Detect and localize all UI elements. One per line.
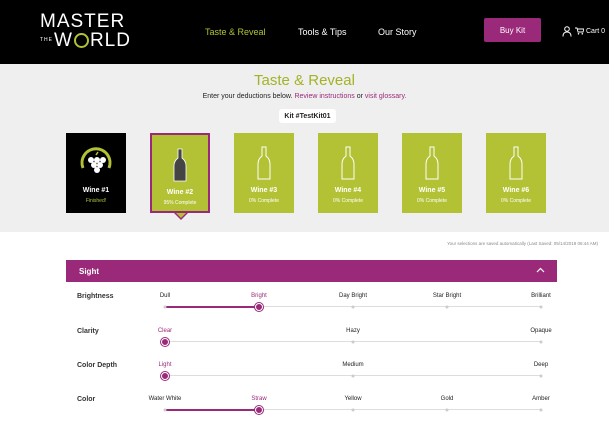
slider-stop-dot[interactable]	[351, 408, 355, 411]
bottle-outline-icon	[341, 146, 355, 180]
grapes-icon	[80, 147, 112, 173]
bottle-outline-icon	[257, 146, 271, 180]
slider-option-label[interactable]: Opaque	[530, 328, 551, 334]
slider-fill	[165, 305, 259, 308]
sight-row-label: Clarity	[77, 328, 99, 335]
wine-card-4[interactable]: Wine #4 0% Complete	[318, 133, 378, 213]
wine-name: Wine #2	[166, 189, 194, 196]
slider-option-label[interactable]: Day Bright	[339, 293, 367, 299]
bottle-icon	[173, 148, 187, 182]
kit-badge: Kit #TestKit01	[279, 109, 336, 123]
wine-card-1[interactable]: Wine #1 Finished!	[66, 133, 126, 213]
slider-option-label[interactable]: Bright	[251, 293, 267, 299]
slider-knob[interactable]	[161, 337, 169, 346]
page-title: Taste & Reveal	[254, 72, 355, 89]
slider-stop-dot[interactable]	[351, 340, 355, 343]
nav-tools-tips[interactable]: Tools & Tips	[298, 27, 347, 37]
slider-option-label[interactable]: Hazy	[346, 328, 360, 334]
slider-option-label[interactable]: Yellow	[344, 396, 361, 402]
wine-card-5[interactable]: Wine #5 0% Complete	[402, 133, 462, 213]
slider-knob[interactable]	[255, 405, 263, 414]
slider-option-label[interactable]: Dull	[160, 293, 170, 299]
sight-section-header[interactable]: Sight	[66, 260, 557, 282]
top-nav: MASTER THE W RLD Taste & Reveal Tools & …	[0, 0, 609, 64]
wine-card-3[interactable]: Wine #3 0% Complete	[234, 133, 294, 213]
slider-fill	[165, 408, 259, 411]
wine-card-6[interactable]: Wine #6 0% Complete	[486, 133, 546, 213]
slider-option-label[interactable]: Clear	[158, 328, 172, 334]
wine-name: Wine #6	[502, 187, 530, 194]
slider-option-label[interactable]: Amber	[532, 396, 550, 402]
wine-status: 0% Complete	[248, 198, 279, 204]
wine-name: Wine #1	[82, 187, 110, 194]
slider-option-label[interactable]: Straw	[251, 396, 266, 402]
nav-our-story[interactable]: Our Story	[378, 27, 417, 37]
globe-icon	[73, 33, 89, 48]
wine-status: 95% Complete	[163, 200, 197, 206]
wine-name: Wine #4	[334, 187, 362, 194]
slider-stop-dot[interactable]	[445, 408, 449, 411]
slider-stop-dot[interactable]	[351, 305, 355, 308]
slider-knob[interactable]	[161, 371, 169, 380]
active-card-pointer-inner	[176, 213, 186, 218]
slider-knob[interactable]	[255, 302, 263, 311]
wine-name: Wine #3	[250, 187, 278, 194]
logo-rld-text: RLD	[89, 30, 131, 51]
buy-kit-button[interactable]: Buy Kit	[484, 18, 541, 42]
cart-label: Cart 0	[586, 27, 606, 35]
slider-option-label[interactable]: Star Bright	[433, 293, 461, 299]
slider-stop-dot[interactable]	[539, 340, 543, 343]
wine-status: 0% Complete	[500, 198, 531, 204]
visit-glossary-link[interactable]: visit glossary.	[365, 93, 407, 100]
wine-status: Finished!	[85, 198, 107, 204]
autosave-note: Your selections are saved automatically …	[447, 241, 598, 246]
master-the-world-logo[interactable]: MASTER THE W RLD	[40, 12, 131, 50]
review-instructions-link[interactable]: Review instructions	[294, 93, 354, 100]
slider-stop-dot[interactable]	[163, 408, 167, 411]
bottle-outline-icon	[509, 146, 523, 180]
slider-option-label[interactable]: Light	[158, 362, 171, 368]
wine-name: Wine #5	[418, 187, 446, 194]
logo-w-text: W	[54, 30, 73, 51]
chevron-up-icon[interactable]	[536, 267, 545, 273]
sight-title: Sight	[79, 266, 99, 276]
wine-card-2[interactable]: Wine #2 95% Complete	[150, 133, 210, 213]
slider-option-label[interactable]: Deep	[534, 362, 548, 368]
wine-status: 0% Complete	[332, 198, 363, 204]
slider-stop-dot[interactable]	[163, 305, 167, 308]
cart-icon	[575, 27, 584, 35]
slider-stop-dot[interactable]	[445, 305, 449, 308]
slider-option-label[interactable]: Water White	[149, 396, 182, 402]
slider-option-label[interactable]: Brilliant	[531, 293, 551, 299]
slider-option-label[interactable]: Gold	[441, 396, 454, 402]
user-icon[interactable]	[562, 26, 572, 37]
slider-stop-dot[interactable]	[539, 408, 543, 411]
bottle-outline-icon	[425, 146, 439, 180]
slider-stop-dot[interactable]	[351, 374, 355, 377]
slider-stop-dot[interactable]	[539, 374, 543, 377]
logo-the-text: THE	[40, 37, 53, 43]
slider-stop-dot[interactable]	[539, 305, 543, 308]
wine-status: 0% Complete	[416, 198, 447, 204]
sight-row-label: Brightness	[77, 293, 114, 300]
sight-row-label: Color Depth	[77, 362, 118, 369]
cart-link[interactable]: Cart 0	[575, 27, 605, 35]
sight-row-label: Color	[77, 396, 96, 403]
nav-taste-reveal[interactable]: Taste & Reveal	[205, 27, 266, 37]
slider-option-label[interactable]: Medium	[342, 362, 363, 368]
page-subtitle: Enter your deductions below. Review inst…	[202, 93, 407, 100]
logo-master-text: MASTER	[40, 11, 126, 32]
